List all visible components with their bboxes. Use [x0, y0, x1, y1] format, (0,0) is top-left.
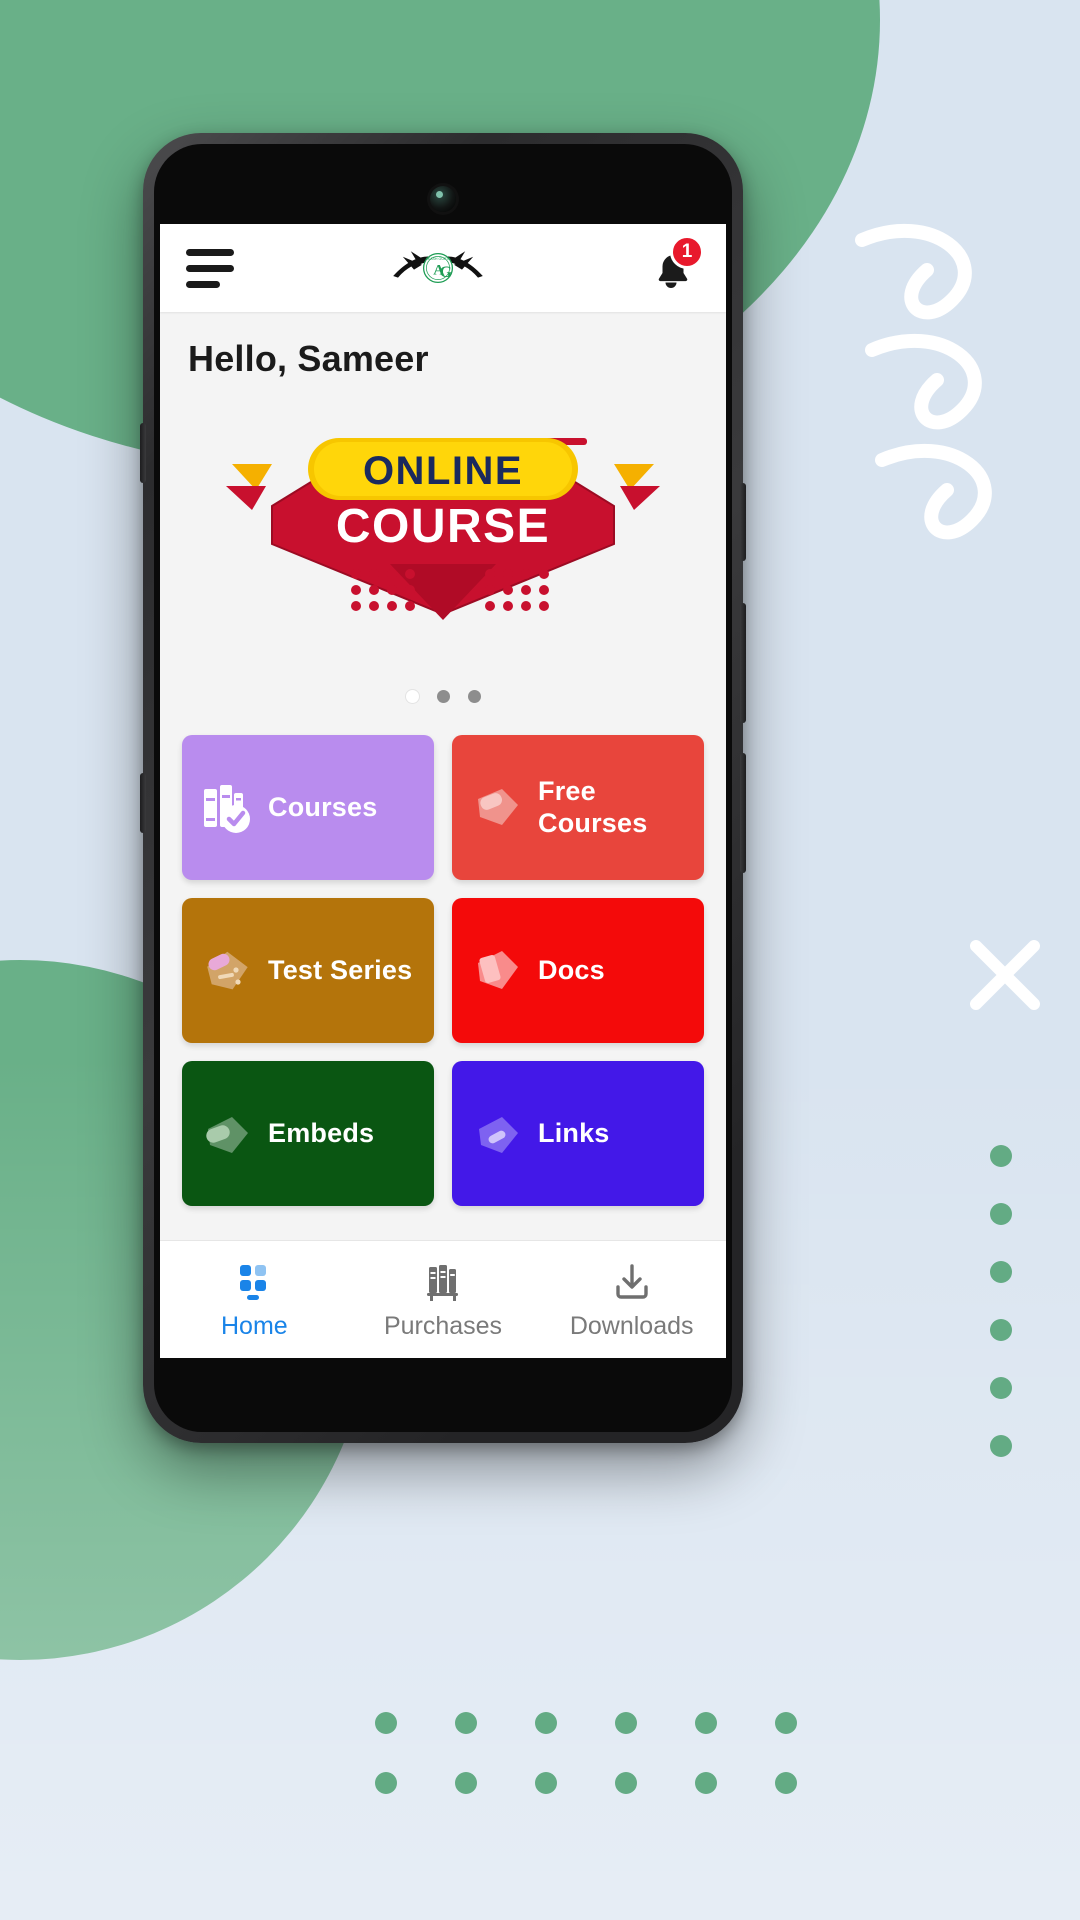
phone-button-left-extra[interactable] — [140, 773, 146, 833]
banner-line2: COURSE — [336, 500, 550, 553]
tile-label: Free Courses — [538, 776, 648, 838]
carousel-dot-3[interactable] — [467, 690, 481, 703]
embed-tag-icon — [196, 1103, 258, 1165]
books-check-icon — [196, 777, 258, 839]
phone-bezel: A G AKASH GUPTA 1 Hello, Sameer ONLINE C… — [154, 144, 732, 1432]
nav-item-downloads[interactable]: Downloads — [537, 1259, 726, 1341]
tile-label: Test Series — [268, 954, 413, 985]
tile-label: Links — [538, 1117, 610, 1148]
download-arrow-icon — [609, 1259, 655, 1305]
notification-badge: 1 — [670, 235, 704, 269]
app-screen: A G AKASH GUPTA 1 Hello, Sameer ONLINE C… — [160, 224, 726, 1358]
nav-label: Purchases — [383, 1311, 503, 1340]
tile-test-series[interactable]: Test Series — [182, 898, 434, 1043]
tile-free-courses[interactable]: Free Courses — [452, 735, 704, 880]
banner-carousel[interactable]: ONLINE COURSE — [160, 388, 726, 664]
tile-courses[interactable]: Courses — [182, 735, 434, 880]
ag-wings-logo: A G AKASH GUPTA — [390, 240, 486, 296]
books-shelf-icon — [420, 1259, 466, 1305]
hamburger-menu-icon[interactable] — [186, 248, 234, 288]
svg-text:AKASH GUPTA: AKASH GUPTA — [425, 257, 451, 261]
tile-embeds[interactable]: Embeds — [182, 1061, 434, 1206]
online-course-promo-banner[interactable]: ONLINE COURSE — [160, 414, 726, 664]
svg-text:G: G — [440, 264, 453, 281]
tile-docs[interactable]: Docs — [452, 898, 704, 1043]
phone-button-mute[interactable] — [140, 423, 146, 483]
decor-dot-column — [990, 1145, 1012, 1457]
nav-item-purchases[interactable]: Purchases — [349, 1259, 538, 1341]
tile-label: Embeds — [268, 1117, 375, 1148]
tile-links[interactable]: Links — [452, 1061, 704, 1206]
tile-label: Courses — [268, 791, 378, 822]
phone-button-volume-up[interactable] — [740, 603, 746, 723]
carousel-dot-2[interactable] — [436, 690, 450, 703]
app-header: A G AKASH GUPTA 1 — [160, 224, 726, 312]
bottom-navigation-bar: Home Purchases Downloads — [160, 1240, 726, 1358]
front-camera-icon — [430, 186, 456, 212]
nav-label: Home — [220, 1311, 288, 1340]
test-paper-icon — [196, 940, 258, 1002]
tile-label: Docs — [538, 954, 605, 985]
phone-button-power[interactable] — [740, 483, 746, 561]
grid-dashboard-icon — [231, 1259, 277, 1305]
carousel-dot-1[interactable] — [405, 690, 419, 703]
carousel-pagination-dots[interactable] — [160, 664, 726, 713]
quick-action-tiles: Courses Free Courses Test Series Docs Em… — [160, 713, 726, 1222]
nav-item-home[interactable]: Home — [160, 1259, 349, 1341]
banner-line1: ONLINE — [363, 449, 523, 493]
decor-squiggles-icon — [855, 223, 992, 540]
document-tag-icon — [466, 940, 528, 1002]
notification-bell-button[interactable]: 1 — [642, 235, 704, 297]
phone-frame: A G AKASH GUPTA 1 Hello, Sameer ONLINE C… — [140, 133, 746, 1443]
decor-cross-icon — [970, 940, 1040, 1010]
link-tag-icon — [466, 1103, 528, 1165]
phone-button-volume-down[interactable] — [740, 753, 746, 873]
greeting-text: Hello, Sameer — [160, 312, 726, 388]
nav-label: Downloads — [569, 1311, 694, 1340]
tag-icon — [466, 777, 528, 839]
decor-dot-grid — [375, 1712, 855, 1832]
